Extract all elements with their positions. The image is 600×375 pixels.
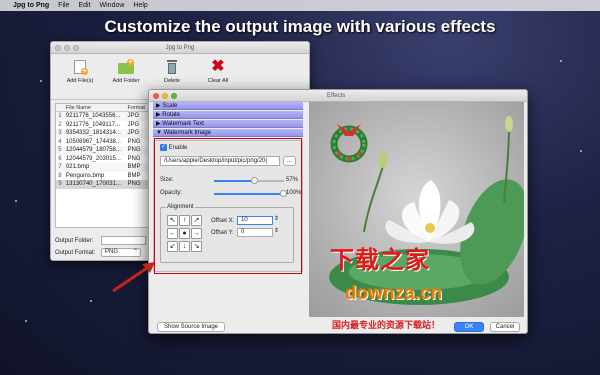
effects-window: Effects ▶ Scale ▶ Rotate ▶ Watermark Tex… — [148, 89, 528, 334]
menu-window[interactable]: Window — [100, 2, 125, 9]
column-header-format[interactable]: Format — [126, 104, 151, 111]
file-name-cell: 10506967_174438... — [65, 138, 121, 145]
section-watermark-text-label: Watermark Text — [162, 121, 204, 127]
row-index: 9 — [58, 181, 62, 187]
add-files-button[interactable]: + Add File(s) — [59, 59, 101, 94]
add-folder-button[interactable]: + Add Folder — [105, 59, 147, 94]
clear-all-label: Clear All — [207, 78, 229, 84]
format-cell: PNG — [127, 181, 141, 187]
main-window-title: Jpg to Png — [165, 45, 195, 51]
star — [40, 80, 42, 82]
trash-icon — [164, 59, 180, 75]
star — [90, 300, 92, 302]
ok-button[interactable]: OK — [454, 322, 484, 332]
row-index: 7 — [58, 164, 62, 170]
format-cell: JPG — [127, 121, 140, 128]
column-header-file-name[interactable]: File Name — [64, 104, 126, 111]
zoom-button[interactable] — [73, 45, 79, 51]
section-scale-label: Scale — [162, 103, 178, 109]
menu-help[interactable]: Help — [133, 2, 147, 9]
row-index: 2 — [58, 121, 62, 128]
table-row[interactable]: 4 10506967_174438... PNG — [56, 138, 150, 147]
section-rotate-label: Rotate — [162, 112, 180, 118]
close-button[interactable] — [153, 93, 159, 99]
add-folder-icon: + — [118, 59, 134, 75]
main-window-titlebar: Jpg to Png — [51, 42, 309, 54]
watermark-line3: 国内最专业的资源下载站！ — [332, 320, 441, 330]
headline: Customize the output image with various … — [104, 17, 496, 36]
file-name-cell: 13130740_170031... — [65, 181, 121, 187]
add-files-icon: + — [72, 59, 88, 75]
star — [25, 320, 27, 322]
row-index: 4 — [58, 138, 62, 145]
section-watermark-text[interactable]: ▶ Watermark Text — [153, 120, 303, 128]
delete-label: Delete — [164, 78, 180, 84]
output-format-select[interactable]: PNG — [101, 248, 141, 257]
table-header: File Name Format — [56, 104, 150, 112]
effects-window-titlebar: Effects — [149, 90, 527, 102]
column-header-index[interactable] — [56, 104, 64, 111]
section-watermark-image[interactable]: ▼ Watermark Image — [153, 129, 303, 137]
show-source-image-button[interactable]: Show Source Image — [157, 322, 225, 332]
effects-window-title: Effects — [327, 93, 346, 99]
file-name-cell: 9354332_1814314... — [65, 130, 121, 136]
star — [580, 150, 582, 152]
format-cell: JPG — [127, 130, 140, 136]
format-cell: PNG — [127, 147, 141, 153]
highlight-box — [154, 138, 302, 274]
table-row[interactable]: 7 021.bmp BMP — [56, 163, 150, 172]
row-index: 1 — [58, 113, 62, 119]
section-scale[interactable]: ▶ Scale — [153, 102, 303, 110]
menu-app-name[interactable]: Jpg to Png — [13, 2, 49, 9]
menu-edit[interactable]: Edit — [78, 2, 90, 9]
file-name-cell: Penguins.bmp — [65, 172, 105, 179]
watermark-line2: downza.cn — [345, 283, 443, 304]
row-index: 5 — [58, 147, 62, 153]
output-folder-field[interactable] — [101, 236, 146, 245]
output-format-label: Output Format: — [55, 250, 96, 256]
file-name-cell: 021.bmp — [65, 164, 90, 170]
format-cell: BMP — [127, 164, 141, 170]
minimize-button[interactable] — [64, 45, 70, 51]
file-name-cell: 9211776_1043556... — [65, 113, 121, 119]
row-index: 8 — [58, 172, 62, 179]
table-row[interactable]: 3 9354332_1814314... JPG — [56, 129, 150, 138]
section-rotate[interactable]: ▶ Rotate — [153, 111, 303, 119]
output-folder-label: Output Folder: — [55, 238, 94, 244]
section-watermark-image-label: Watermark Image — [163, 130, 212, 136]
menu-file[interactable]: File — [58, 2, 69, 9]
minimize-button[interactable] — [162, 93, 168, 99]
zoom-button[interactable] — [171, 93, 177, 99]
table-row[interactable]: 8 Penguins.bmp BMP — [56, 172, 150, 181]
cancel-button[interactable]: Cancel — [490, 322, 520, 332]
format-cell: JPG — [127, 113, 140, 119]
file-table: File Name Format 1 9211776_1043556... JPG 2… — [55, 103, 151, 228]
file-name-cell: 12044579_203015... — [65, 155, 121, 162]
table-row[interactable]: 5 12044579_180758... PNG — [56, 146, 150, 155]
file-name-cell: 9211776_1049117... — [65, 121, 120, 128]
row-index: 3 — [58, 130, 62, 136]
watermark-line1: 下载之家 — [330, 247, 430, 274]
table-row[interactable]: 6 12044579_203015... PNG — [56, 155, 150, 164]
close-button[interactable] — [55, 45, 61, 51]
format-cell: PNG — [127, 138, 141, 145]
add-folder-label: Add Folder — [112, 78, 140, 84]
format-cell: BMP — [127, 172, 141, 179]
menu-bar: Jpg to Png File Edit Window Help — [0, 0, 600, 11]
red-x-icon: ✖ — [211, 58, 225, 75]
pointer-arrow-icon — [112, 262, 155, 293]
star — [15, 200, 17, 202]
star — [560, 60, 562, 62]
add-files-label: Add File(s) — [66, 78, 94, 84]
table-row[interactable]: 1 9211776_1043556... JPG — [56, 112, 150, 121]
format-cell: PNG — [127, 155, 141, 162]
file-name-cell: 12044579_180758... — [65, 147, 121, 153]
row-index: 6 — [58, 155, 62, 162]
table-row[interactable]: 2 9211776_1049117... JPG — [56, 121, 150, 130]
table-row[interactable]: 9 13130740_170031... PNG — [56, 180, 150, 189]
